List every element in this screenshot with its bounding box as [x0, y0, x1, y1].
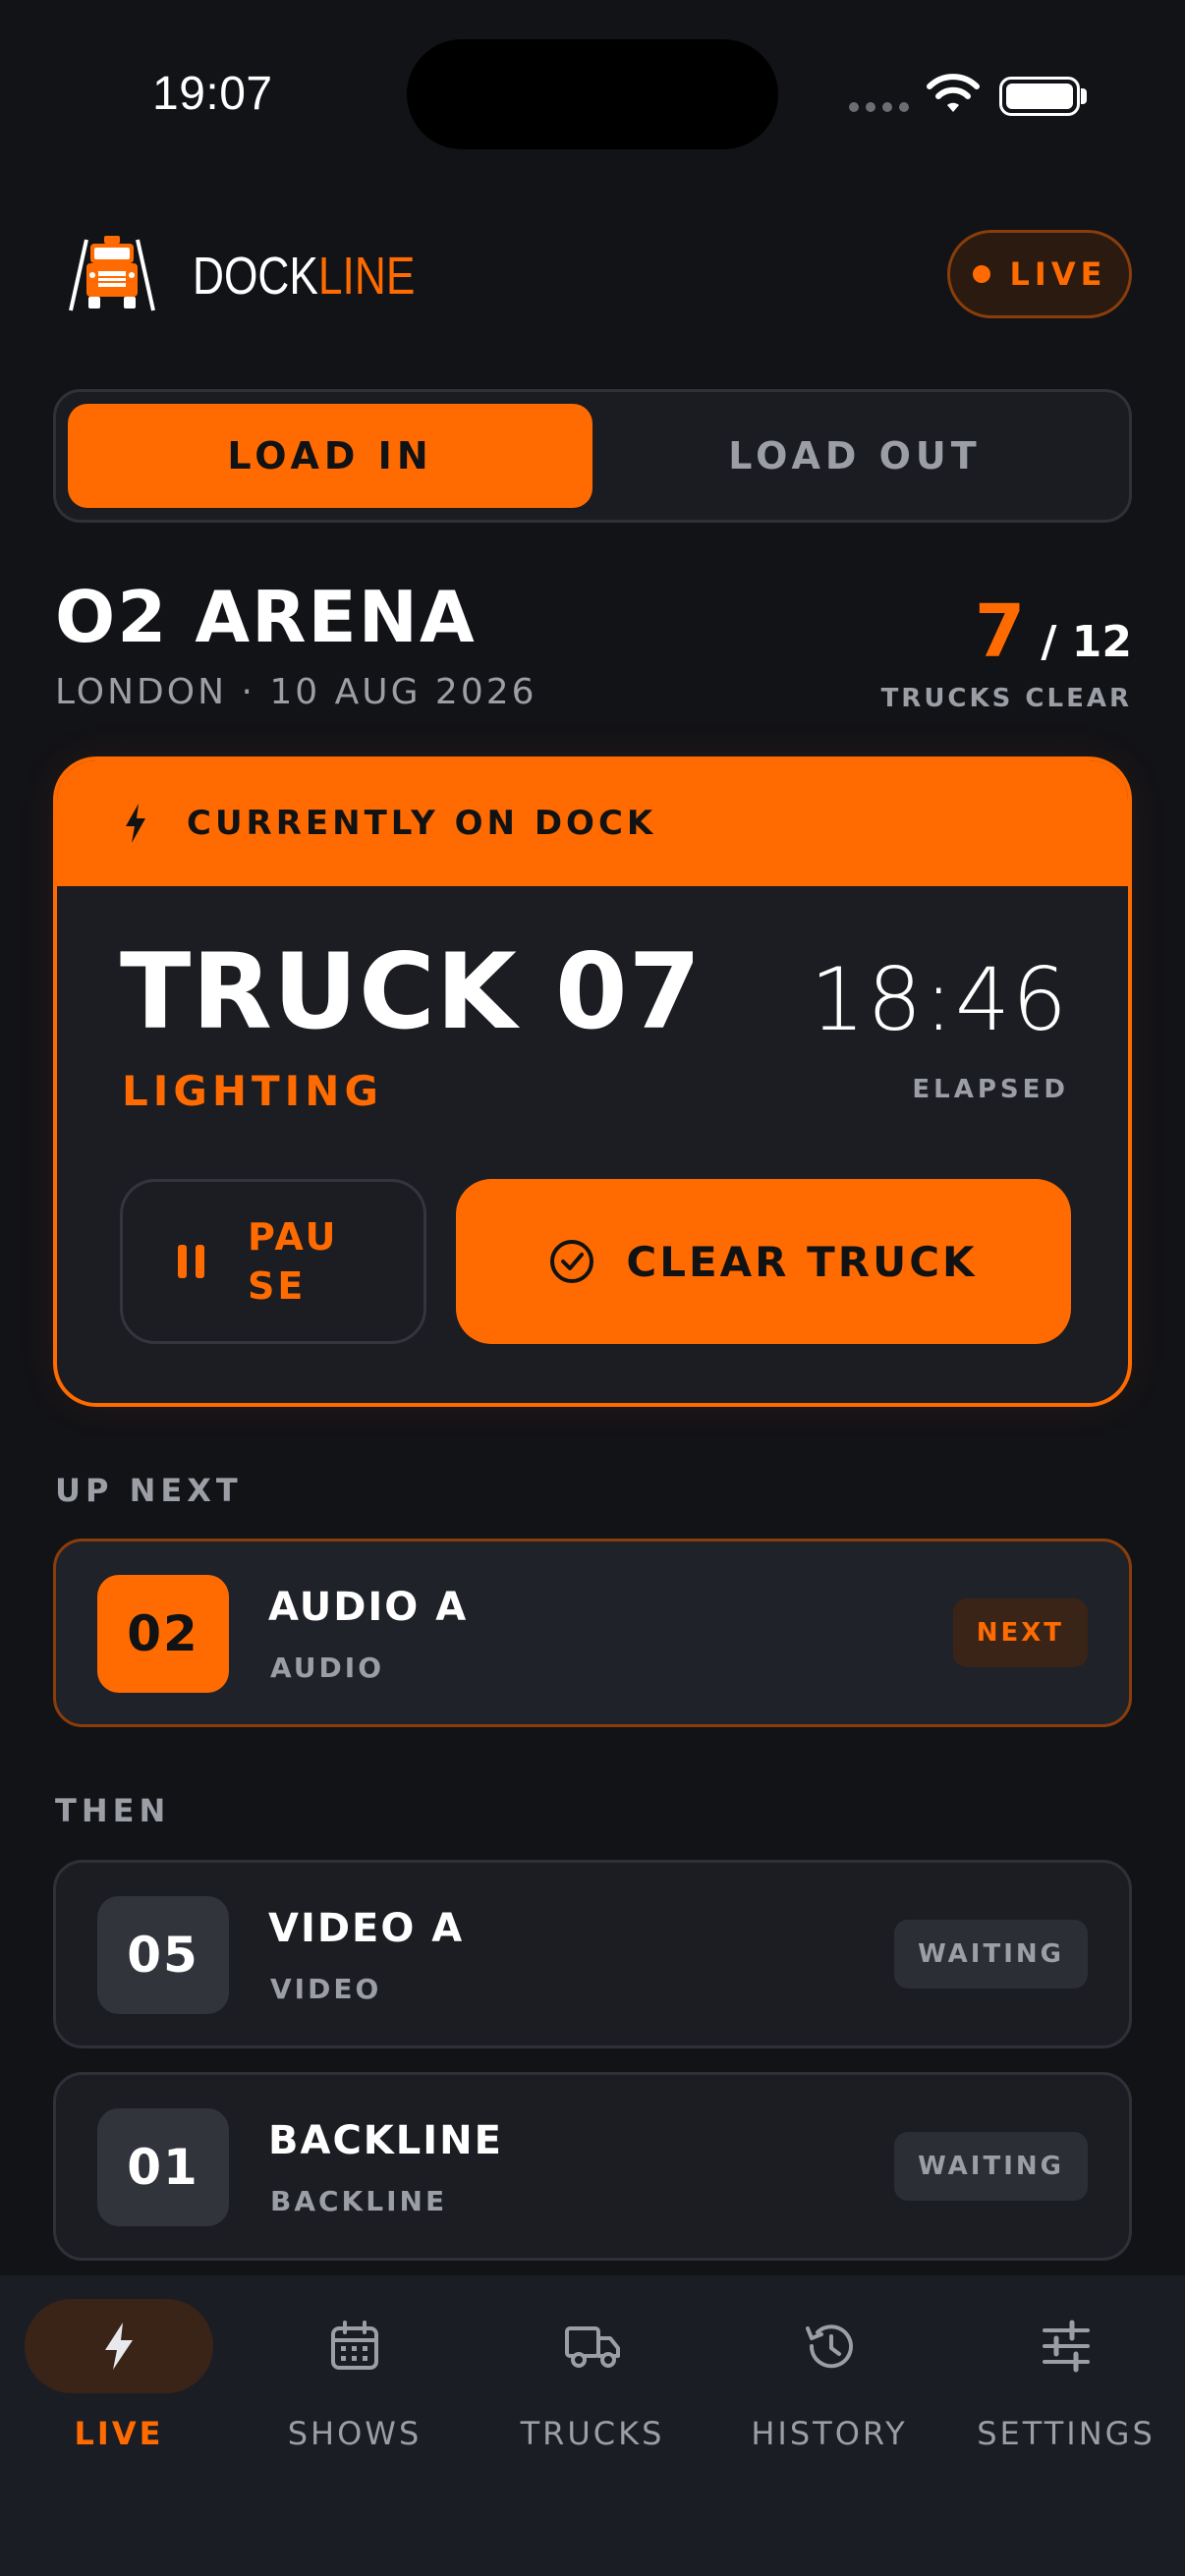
- wifi-icon: [927, 74, 980, 112]
- status-time: 19:07: [152, 68, 273, 120]
- brand-part-line: LINE: [317, 247, 416, 306]
- dock-header-label: CURRENTLY ON DOCK: [187, 804, 657, 843]
- tab-label: SETTINGS: [977, 2415, 1156, 2452]
- dock-card-header: CURRENTLY ON DOCK: [57, 760, 1128, 886]
- pause-button[interactable]: PAUSE: [120, 1179, 426, 1344]
- queue-item[interactable]: 01 BACKLINE BACKLINE WAITING: [53, 2072, 1132, 2261]
- status-badge: WAITING: [894, 2132, 1088, 2201]
- bottom-tab-bar: LIVE SHOWS TRUCKS HISTORY SETTINGS: [0, 2275, 1185, 2576]
- queue-item-next[interactable]: 02 AUDIO A AUDIO NEXT: [53, 1539, 1132, 1727]
- battery-icon: [999, 77, 1080, 116]
- load-mode-segmented-control: LOAD IN LOAD OUT: [53, 389, 1132, 523]
- then-heading: THEN: [55, 1792, 171, 1829]
- segment-load-out[interactable]: LOAD OUT: [592, 404, 1117, 508]
- live-label: LIVE: [1009, 255, 1107, 293]
- cellular-signal-icon: [849, 102, 909, 112]
- truck-logo-icon: [69, 236, 155, 311]
- tab-label: TRUCKS: [520, 2415, 665, 2452]
- truck-title: VIDEO A: [268, 1906, 465, 1951]
- tab-settings[interactable]: SETTINGS: [948, 2299, 1184, 2452]
- bolt-icon: [105, 2323, 133, 2370]
- tab-shows[interactable]: SHOWS: [237, 2299, 473, 2452]
- truck-department: VIDEO: [270, 1973, 382, 2005]
- tab-label: HISTORY: [751, 2415, 908, 2452]
- current-truck-name: TRUCK 07: [120, 931, 703, 1052]
- brand-wordmark: DOCKLINE: [193, 246, 415, 307]
- trucks-clear-label: TRUCKS CLEAR: [880, 684, 1132, 713]
- pause-icon: [178, 1245, 204, 1278]
- tab-trucks-icon-wrap: [498, 2299, 687, 2393]
- trucks-clear-counter: 7 / 12: [975, 589, 1132, 674]
- truck-icon: [565, 2326, 620, 2368]
- history-icon: [806, 2324, 853, 2369]
- pause-label: PAUSE: [248, 1215, 339, 1308]
- status-badge: NEXT: [952, 1598, 1088, 1667]
- tab-history-icon-wrap: [735, 2299, 924, 2393]
- queue-item[interactable]: 05 VIDEO A VIDEO WAITING: [53, 1860, 1132, 2048]
- truck-title: AUDIO A: [268, 1585, 469, 1630]
- elapsed-label: ELAPSED: [912, 1075, 1069, 1104]
- segment-load-in[interactable]: LOAD IN: [68, 404, 592, 508]
- venue-subtitle: LONDON · 10 AUG 2026: [55, 672, 537, 712]
- check-circle-icon: [550, 1240, 594, 1283]
- tab-label: SHOWS: [287, 2415, 423, 2452]
- venue-title: O2 ARENA: [55, 576, 477, 658]
- truck-number: 01: [97, 2108, 229, 2226]
- calendar-icon: [331, 2321, 378, 2370]
- clear-truck-label: CLEAR TRUCK: [626, 1237, 978, 1286]
- battery-tip: [1081, 88, 1087, 104]
- truck-number: 02: [97, 1575, 229, 1693]
- clear-truck-button[interactable]: CLEAR TRUCK: [456, 1179, 1071, 1344]
- tab-settings-icon-wrap: [972, 2299, 1160, 2393]
- trucks-total-count: / 12: [1041, 617, 1132, 667]
- tab-history[interactable]: HISTORY: [711, 2299, 947, 2452]
- brand-part-dock: DOCK: [193, 247, 318, 306]
- truck-number: 05: [97, 1896, 229, 2014]
- status-badge: WAITING: [894, 1920, 1088, 1988]
- dynamic-island: [407, 39, 778, 149]
- current-dock-card: CURRENTLY ON DOCK TRUCK 07 LIGHTING 18:4…: [53, 756, 1132, 1407]
- tab-shows-icon-wrap: [260, 2299, 449, 2393]
- elapsed-timer: 18:46: [810, 949, 1069, 1050]
- tab-live-icon-wrap: [25, 2299, 213, 2393]
- truck-department: BACKLINE: [270, 2185, 448, 2217]
- truck-department: AUDIO: [270, 1652, 385, 1684]
- tab-live[interactable]: LIVE: [1, 2299, 237, 2452]
- tab-trucks[interactable]: TRUCKS: [475, 2299, 710, 2452]
- truck-title: BACKLINE: [268, 2118, 503, 2163]
- sliders-icon: [1043, 2320, 1090, 2373]
- trucks-cleared-count: 7: [974, 589, 1026, 674]
- tab-label: LIVE: [74, 2415, 164, 2452]
- live-status-pill[interactable]: LIVE: [947, 230, 1132, 318]
- live-dot-icon: [972, 265, 990, 283]
- up-next-heading: UP NEXT: [55, 1472, 243, 1509]
- current-truck-department: LIGHTING: [122, 1067, 383, 1115]
- bolt-icon: [126, 804, 145, 843]
